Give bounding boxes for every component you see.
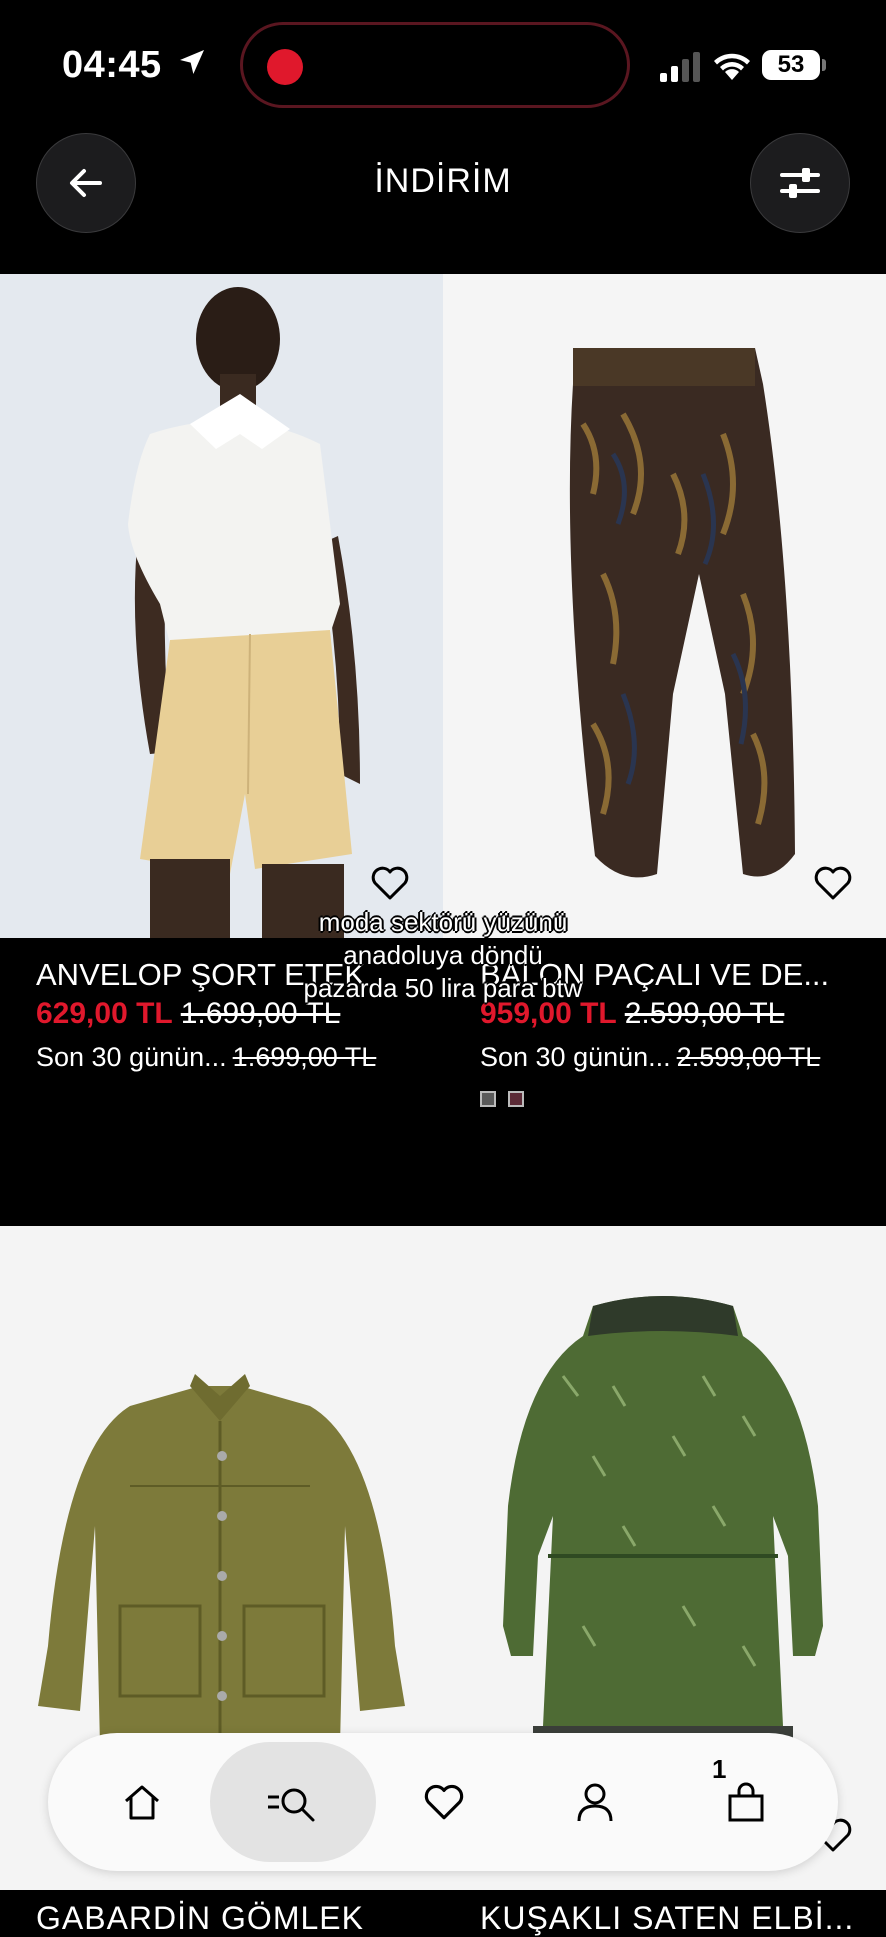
caption-line: pazarda 50 lira para btw bbox=[303, 973, 583, 1003]
sliders-icon bbox=[780, 168, 820, 198]
dynamic-island bbox=[240, 22, 630, 108]
nav-home[interactable] bbox=[59, 1742, 225, 1862]
color-swatch[interactable] bbox=[508, 1091, 524, 1107]
recording-indicator-icon bbox=[267, 49, 303, 85]
battery-level: 53 bbox=[777, 51, 805, 78]
profile-icon bbox=[577, 1783, 613, 1822]
history-price: 1.699,00 TL bbox=[232, 1042, 377, 1072]
status-bar: 04:45 53 bbox=[0, 0, 886, 130]
nav-search[interactable] bbox=[210, 1742, 376, 1862]
price-history: Son 30 günün... 1.699,00 TL bbox=[36, 1042, 376, 1073]
favorite-heart-icon[interactable] bbox=[813, 865, 853, 901]
price-history: Son 30 günün... 2.599,00 TL bbox=[480, 1042, 820, 1073]
nav-profile[interactable] bbox=[512, 1742, 678, 1862]
caption-line: moda sektörü yüzünü bbox=[318, 907, 568, 937]
search-icon bbox=[268, 1788, 315, 1822]
location-arrow-icon bbox=[180, 50, 204, 74]
history-price: 2.599,00 TL bbox=[676, 1042, 821, 1072]
cart-count-badge: 1 bbox=[712, 1754, 727, 1784]
battery-tip bbox=[822, 59, 826, 71]
filter-button[interactable] bbox=[750, 133, 850, 233]
video-caption: moda sektörü yüzünü anadoluya döndü paza… bbox=[0, 906, 886, 1005]
cellular-signal-icon bbox=[660, 52, 700, 82]
nav-favorites[interactable] bbox=[361, 1742, 527, 1862]
history-label: Son 30 günün... bbox=[480, 1042, 671, 1072]
favorite-heart-icon[interactable] bbox=[370, 865, 410, 901]
battery-icon: 53 bbox=[762, 50, 820, 80]
cart-icon bbox=[728, 1782, 764, 1822]
heart-icon bbox=[424, 1784, 464, 1820]
caption-line: anadoluya döndü bbox=[343, 940, 543, 970]
nav-cart[interactable] bbox=[663, 1742, 829, 1862]
home-icon bbox=[125, 1785, 159, 1820]
status-time: 04:45 bbox=[62, 44, 162, 86]
product-name[interactable]: GABARDİN GÖMLEK bbox=[36, 1900, 364, 1937]
product-name[interactable]: KUŞAKLI SATEN ELBİ... bbox=[480, 1900, 854, 1937]
color-swatch[interactable] bbox=[480, 1091, 496, 1107]
product-image-balloon-pants[interactable] bbox=[443, 274, 886, 938]
history-label: Son 30 günün... bbox=[36, 1042, 227, 1072]
wifi-icon bbox=[714, 53, 750, 80]
product-image-shorts-skirt[interactable] bbox=[0, 274, 443, 938]
